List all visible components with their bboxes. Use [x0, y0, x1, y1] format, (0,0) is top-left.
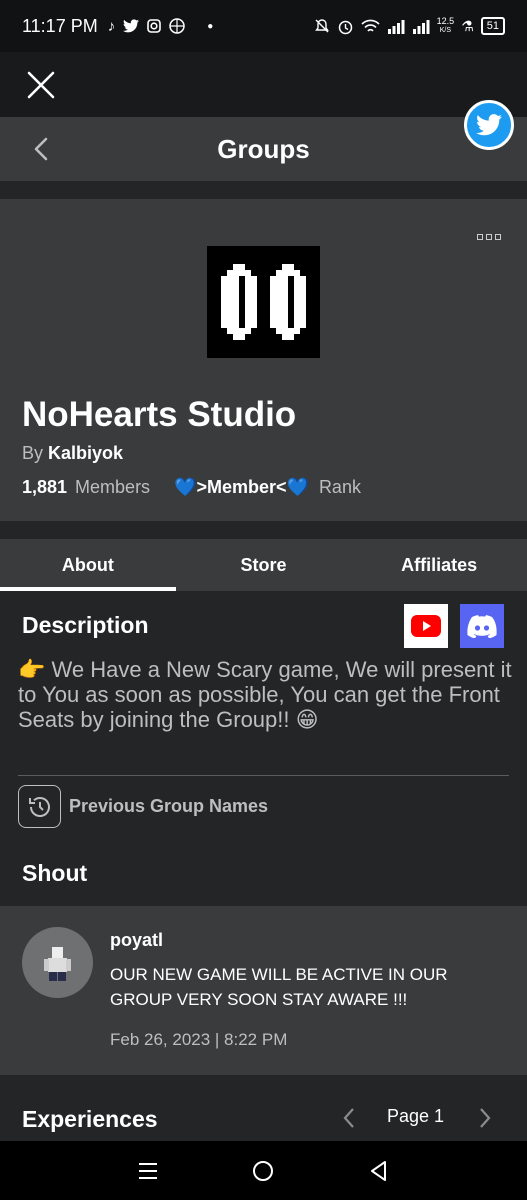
page-header: Groups	[0, 117, 527, 181]
signal-icon	[387, 19, 405, 34]
avatar[interactable]	[22, 927, 93, 998]
youtube-link[interactable]	[404, 604, 448, 648]
shout-message: OUR NEW GAME WILL BE ACTIVE IN OUR GROUP…	[110, 965, 448, 1009]
system-icons: 12.5 K/S ⚗ 51	[314, 17, 505, 35]
previous-group-names-label: Previous Group Names	[69, 796, 269, 816]
flask-icon: ⚗	[461, 17, 474, 34]
discord-icon	[467, 614, 497, 638]
tab-about[interactable]: About	[0, 539, 176, 591]
signal-icon	[412, 19, 430, 34]
recent-apps-icon[interactable]	[135, 1158, 161, 1184]
shout-timestamp: Feb 26, 2023 | 8:22 PM	[110, 1030, 288, 1049]
alarm-icon	[338, 20, 352, 34]
page-title: Groups	[217, 133, 310, 164]
history-icon	[18, 785, 61, 828]
notification-icons: ♪ ●	[108, 18, 214, 35]
shout-heading: Shout	[22, 860, 88, 886]
system-nav-bar	[0, 1141, 527, 1200]
tiktok-icon: ♪	[107, 17, 116, 35]
home-icon[interactable]	[250, 1158, 276, 1184]
browser-top-bar	[0, 52, 527, 117]
youtube-icon	[411, 615, 441, 637]
previous-group-names-button[interactable]: Previous Group Names	[18, 785, 268, 828]
owner-link[interactable]: Kalbiyok	[48, 443, 123, 463]
chevron-right-icon[interactable]	[476, 1106, 494, 1130]
twitter-icon	[476, 114, 502, 136]
group-emblem	[207, 246, 320, 358]
mute-icon	[314, 19, 329, 33]
back-icon[interactable]	[366, 1158, 392, 1184]
twitter-share-button[interactable]	[464, 100, 514, 150]
data-speed: 12.5 K/S	[436, 16, 455, 35]
group-info-card: NoHearts Studio By Kalbiyok 1,881 Member…	[0, 199, 527, 521]
twitter-icon	[123, 19, 140, 33]
group-stats: 1,881 Members 💙>Member<💙 Rank	[22, 477, 361, 498]
dot-icon: ●	[207, 20, 214, 32]
experiences-heading: Experiences	[22, 1106, 158, 1132]
member-count: 1,881	[22, 477, 68, 497]
status-bar: 11:17 PM ♪ ● 12.5 K/S ⚗ 51	[0, 0, 527, 52]
group-tabs: About Store Affiliates	[0, 539, 527, 591]
status-time: 11:17 PM	[22, 15, 98, 36]
group-owner: By Kalbiyok	[22, 443, 124, 463]
description-text: 👉 We Have a New Scary game, We will pres…	[18, 657, 512, 732]
discord-link[interactable]	[460, 604, 504, 648]
more-options-icon[interactable]	[477, 234, 501, 240]
divider	[18, 775, 509, 776]
rank-value: 💙>Member<💙	[174, 477, 309, 497]
close-icon[interactable]	[26, 70, 56, 100]
group-name: NoHearts Studio	[22, 395, 297, 434]
members-label: Members	[75, 477, 151, 497]
shout-card: poyatl OUR NEW GAME WILL BE ACTIVE IN OU…	[0, 906, 527, 1075]
battery-icon: 51	[480, 17, 505, 35]
description-heading: Description	[22, 612, 149, 638]
wifi-icon	[361, 19, 380, 32]
page-indicator: Page 1	[387, 1106, 445, 1126]
tab-affiliates[interactable]: Affiliates	[351, 539, 527, 591]
instagram-icon	[147, 19, 162, 33]
chevron-left-icon[interactable]	[340, 1106, 358, 1130]
back-chevron-icon[interactable]	[28, 135, 56, 163]
shout-username[interactable]: poyatl	[110, 930, 163, 951]
vpn-icon	[169, 18, 185, 34]
tab-store[interactable]: Store	[176, 539, 352, 591]
rank-label: Rank	[318, 477, 361, 497]
